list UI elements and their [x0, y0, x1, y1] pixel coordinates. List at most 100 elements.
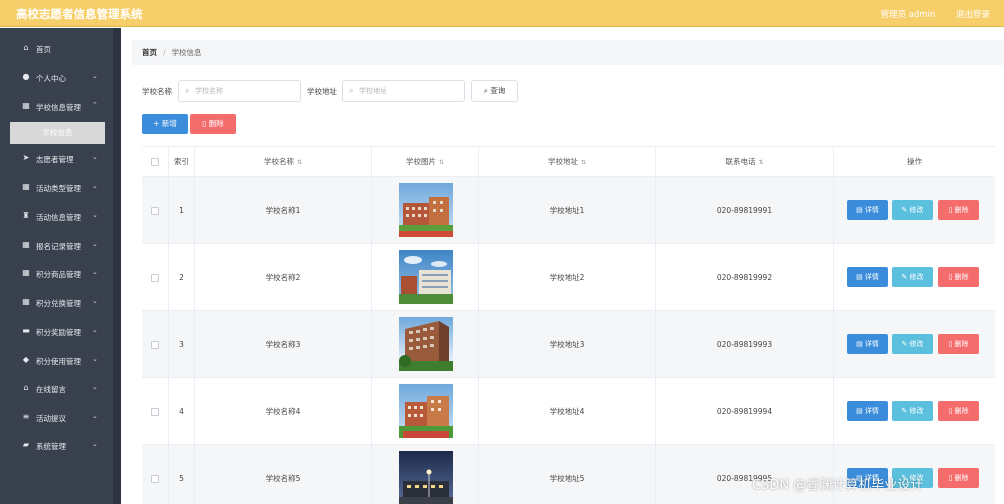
submenu-item-school-info[interactable]: 学校信息	[10, 122, 105, 144]
sidebar-item-label: 活动类型管理	[36, 184, 81, 193]
column-header-phone[interactable]: 联系电话 ⇅	[656, 147, 834, 177]
detail-button[interactable]: ▤ 详情	[847, 334, 888, 354]
row-school-name: 学校名称5	[195, 445, 372, 504]
row-phone: 020-89819992	[656, 244, 834, 311]
query-button[interactable]: ⌕ 查询	[471, 80, 518, 102]
row-delete-button[interactable]: ▯ 删除	[938, 468, 979, 488]
row-delete-button[interactable]: ▯ 删除	[938, 267, 979, 287]
detail-button[interactable]: ▤ 详情	[847, 267, 888, 287]
sidebar-item-system[interactable]: ▰ 系统管理 ⌄	[0, 432, 113, 460]
delete-label: 删除	[954, 474, 969, 482]
sidebar-item-points-goods[interactable]: ▦ 积分商品管理 ⌄	[0, 260, 113, 288]
chevron-down-icon: ⌄	[92, 153, 98, 161]
row-image-cell	[372, 445, 479, 504]
row-delete-button[interactable]: ▯ 删除	[938, 200, 979, 220]
sort-icon: ⇅	[438, 159, 445, 166]
school-image[interactable]	[399, 183, 453, 237]
chevron-down-icon: ⌄	[92, 326, 98, 334]
search-icon: ⌕	[349, 86, 354, 95]
search-icon: ⌕	[185, 86, 190, 95]
pencil-icon: ✎	[901, 206, 910, 214]
sidebar-item-online-message[interactable]: ⌂ 在线留言 ⌄	[0, 375, 113, 403]
sidebar-item-activity-proposal[interactable]: ≡ 活动提议 ⌄	[0, 404, 113, 432]
sidebar-item-points-usage[interactable]: ◆ 积分使用管理 ⌄	[0, 347, 113, 375]
doc-icon: ▤	[856, 206, 865, 214]
row-index: 3	[169, 311, 195, 378]
edit-button[interactable]: ✎ 修改	[892, 401, 933, 421]
edit-button[interactable]: ✎ 修改	[892, 267, 933, 287]
sidebar-item-points-exchange[interactable]: ▦ 积分兑换管理 ⌄	[0, 289, 113, 317]
column-image-label: 学校图片	[405, 157, 436, 166]
sidebar-item-label: 在线留言	[36, 385, 66, 394]
breadcrumb-current: 学校信息	[171, 48, 202, 57]
sidebar-edge	[113, 28, 121, 504]
school-image[interactable]	[399, 317, 453, 371]
detail-label: 详情	[864, 206, 879, 214]
breadcrumb-home[interactable]: 首页	[142, 48, 157, 57]
detail-button[interactable]: ▤ 详情	[847, 401, 888, 421]
row-school-address: 学校地址2	[479, 244, 656, 311]
school-image[interactable]	[399, 384, 453, 438]
doc-icon: ▤	[856, 340, 865, 348]
school-image[interactable]	[399, 250, 453, 304]
row-delete-button[interactable]: ▯ 删除	[938, 401, 979, 421]
row-delete-button[interactable]: ▯ 删除	[938, 334, 979, 354]
sidebar-item-activity-type[interactable]: ▦ 活动类型管理 ⌄	[0, 174, 113, 202]
chevron-down-icon: ⌄	[92, 383, 98, 391]
column-name-label: 学校名称	[263, 157, 294, 166]
sidebar-item-points-reward[interactable]: ▬ 积分奖励管理 ⌄	[0, 318, 113, 346]
sidebar-item-label: 积分奖励管理	[36, 328, 81, 337]
school-name-search[interactable]: ⌕	[178, 80, 301, 102]
sidebar-item-home[interactable]: ⌂ 首页	[0, 35, 113, 63]
grid-icon: ▦	[22, 297, 30, 306]
row-school-name: 学校名称1	[195, 177, 372, 244]
chevron-down-icon: ⌄	[92, 268, 98, 276]
row-actions: ▤ 详情 ✎ 修改 ▯ 删除	[834, 177, 995, 244]
row-checkbox[interactable]	[151, 207, 159, 215]
logout-link[interactable]: 退出登录	[956, 10, 990, 20]
column-header-name[interactable]: 学校名称 ⇅	[195, 147, 372, 177]
row-actions: ▤ 详情 ✎ 修改 ▯ 删除	[834, 378, 995, 445]
edit-label: 修改	[909, 340, 924, 348]
school-address-input[interactable]	[359, 84, 459, 98]
detail-button[interactable]: ▤ 详情	[847, 200, 888, 220]
chevron-down-icon: ⌄	[92, 440, 98, 448]
row-checkbox[interactable]	[151, 341, 159, 349]
batch-delete-button[interactable]: ▯ 删除	[190, 114, 236, 134]
chevron-down-icon: ⌄	[92, 355, 98, 363]
column-phone-label: 联系电话	[725, 157, 756, 166]
sidebar-item-signup-records[interactable]: ▦ 报名记录管理 ⌄	[0, 232, 113, 260]
pencil-icon: ✎	[901, 340, 910, 348]
home-icon: ⌂	[23, 43, 29, 52]
row-actions: ▤ 详情 ✎ 修改 ▯ 删除	[834, 244, 995, 311]
admin-user-label[interactable]: 管理员 admin	[880, 10, 935, 20]
sidebar-item-activity-info[interactable]: ♜ 活动信息管理 ⌄	[0, 203, 113, 231]
column-header-address[interactable]: 学校地址 ⇅	[479, 147, 656, 177]
row-index: 4	[169, 378, 195, 445]
row-image-cell	[372, 311, 479, 378]
watermark: CSDN @睿渊计算机毕业设计	[752, 478, 924, 493]
delete-label: 删除	[954, 206, 969, 214]
row-checkbox[interactable]	[151, 274, 159, 282]
row-checkbox[interactable]	[151, 475, 159, 483]
send-icon: ➤	[22, 153, 30, 162]
row-checkbox[interactable]	[151, 408, 159, 416]
school-address-search[interactable]: ⌕	[342, 80, 465, 102]
select-all-checkbox[interactable]	[151, 158, 159, 166]
row-select-cell	[142, 244, 169, 311]
add-button[interactable]: + 新增	[142, 114, 188, 134]
edit-button[interactable]: ✎ 修改	[892, 334, 933, 354]
sidebar-item-label: 首页	[36, 45, 51, 54]
table-row: 1 学校名称1 学校地址1 020-89819991 ▤ 详情 ✎ 修改 ▯ 删除	[142, 177, 995, 244]
school-name-input[interactable]	[195, 84, 295, 98]
sort-icon: ⇅	[580, 159, 587, 166]
column-header-image[interactable]: 学校图片 ⇅	[372, 147, 479, 177]
row-actions: ▤ 详情 ✎ 修改 ▯ 删除	[834, 311, 995, 378]
sidebar-item-school-info[interactable]: ▦ 学校信息管理 ⌃	[0, 93, 113, 121]
row-school-address: 学校地址4	[479, 378, 656, 445]
edit-button[interactable]: ✎ 修改	[892, 200, 933, 220]
school-image[interactable]	[399, 451, 453, 504]
add-button-label: 新增	[161, 119, 177, 128]
sidebar-item-personal-center[interactable]: ● 个人中心 ⌄	[0, 64, 113, 92]
sidebar-item-volunteer[interactable]: ➤ 志愿者管理 ⌄	[0, 145, 113, 173]
